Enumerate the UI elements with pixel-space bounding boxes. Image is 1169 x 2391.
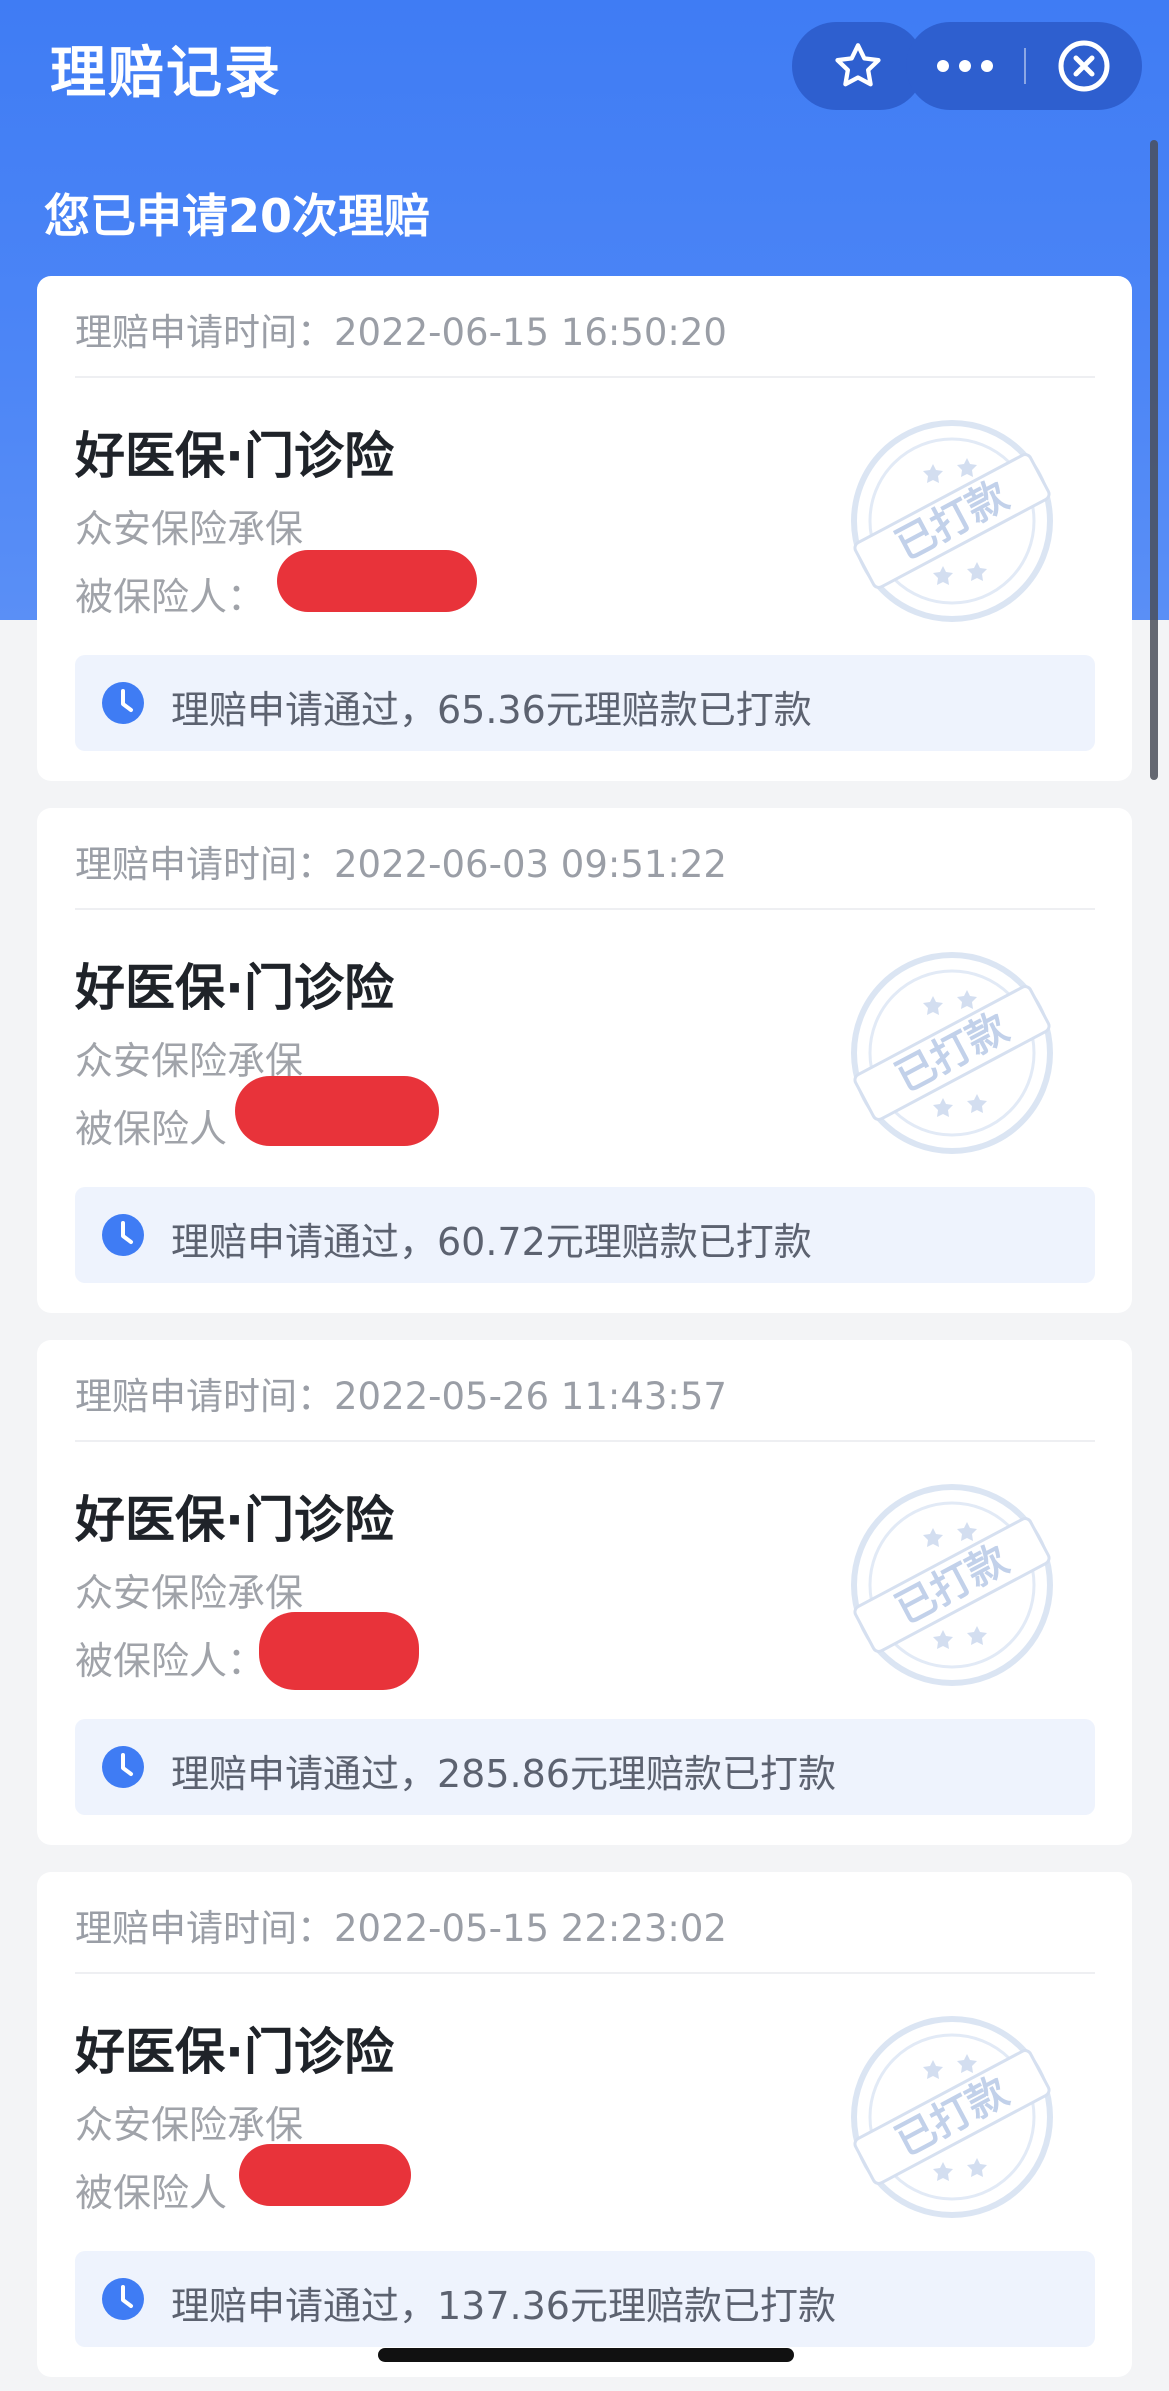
redaction-mark [239, 2144, 411, 2206]
insurer-name: 众安保险承保 [75, 1571, 304, 1615]
more-button[interactable] [906, 22, 1024, 110]
paid-stamp: 已打款 [851, 420, 1053, 622]
redaction-mark [235, 1076, 439, 1146]
divider [75, 908, 1095, 910]
clock-icon [102, 682, 144, 724]
close-circle-icon [1058, 40, 1110, 92]
claim-status-text: 理赔申请通过，137.36元理赔款已打款 [171, 2284, 836, 2328]
page-title: 理赔记录 [50, 41, 282, 106]
claims-summary: 您已申请20次理赔 [44, 189, 431, 243]
svg-text:已打款: 已打款 [888, 1537, 1016, 1634]
insured-label: 被保险人 [75, 1107, 228, 1151]
favorite-button[interactable] [792, 22, 924, 110]
paid-stamp: 已打款 [851, 952, 1053, 1154]
claim-status-text: 理赔申请通过，285.86元理赔款已打款 [171, 1752, 836, 1796]
claim-card[interactable]: 理赔申请时间：2022-06-15 16:50:20 好医保·门诊险 众安保险承… [37, 276, 1132, 781]
product-name: 好医保·门诊险 [75, 959, 394, 1017]
more-icon [937, 60, 993, 72]
claim-card[interactable]: 理赔申请时间：2022-05-26 11:43:57 好医保·门诊险 众安保险承… [37, 1340, 1132, 1845]
product-name: 好医保·门诊险 [75, 427, 394, 485]
insured-label: 被保险人： [75, 1639, 266, 1683]
insurer-name: 众安保险承保 [75, 2103, 304, 2147]
redaction-mark [277, 550, 477, 612]
paid-stamp: 已打款 [851, 2016, 1053, 2218]
product-name: 好医保·门诊险 [75, 1491, 394, 1549]
claim-time: 理赔申请时间：2022-05-15 22:23:02 [75, 1907, 727, 1950]
claim-time: 理赔申请时间：2022-05-26 11:43:57 [75, 1375, 727, 1418]
claim-time: 理赔申请时间：2022-06-15 16:50:20 [75, 311, 727, 354]
claim-time: 理赔申请时间：2022-06-03 09:51:22 [75, 843, 727, 886]
home-indicator[interactable] [378, 2348, 794, 2362]
paid-stamp: 已打款 [851, 1484, 1053, 1686]
claim-status-bar: 理赔申请通过，285.86元理赔款已打款 [75, 1719, 1095, 1815]
scrollbar[interactable] [1150, 140, 1158, 780]
clock-icon [102, 1214, 144, 1256]
close-button[interactable] [1026, 22, 1142, 110]
claim-status-bar: 理赔申请通过，65.36元理赔款已打款 [75, 655, 1095, 751]
insured-label: 被保险人 [75, 2171, 228, 2215]
product-name: 好医保·门诊险 [75, 2023, 394, 2081]
claim-status-text: 理赔申请通过，65.36元理赔款已打款 [171, 688, 812, 732]
redaction-mark [259, 1612, 419, 1690]
insured-label: 被保险人： [75, 575, 266, 619]
claim-status-bar: 理赔申请通过，137.36元理赔款已打款 [75, 2251, 1095, 2347]
claim-card[interactable]: 理赔申请时间：2022-05-15 22:23:02 好医保·门诊险 众安保险承… [37, 1872, 1132, 2377]
claim-status-bar: 理赔申请通过，60.72元理赔款已打款 [75, 1187, 1095, 1283]
insurer-name: 众安保险承保 [75, 507, 304, 551]
svg-text:已打款: 已打款 [888, 2069, 1016, 2166]
divider [75, 1440, 1095, 1442]
miniprogram-capsule [906, 22, 1142, 110]
svg-text:已打款: 已打款 [888, 1005, 1016, 1102]
claim-card[interactable]: 理赔申请时间：2022-06-03 09:51:22 好医保·门诊险 众安保险承… [37, 808, 1132, 1313]
clock-icon [102, 1746, 144, 1788]
clock-icon [102, 2278, 144, 2320]
divider [75, 1972, 1095, 1974]
star-icon [835, 43, 881, 87]
svg-text:已打款: 已打款 [888, 473, 1016, 570]
claim-status-text: 理赔申请通过，60.72元理赔款已打款 [171, 1220, 812, 1264]
divider [75, 376, 1095, 378]
